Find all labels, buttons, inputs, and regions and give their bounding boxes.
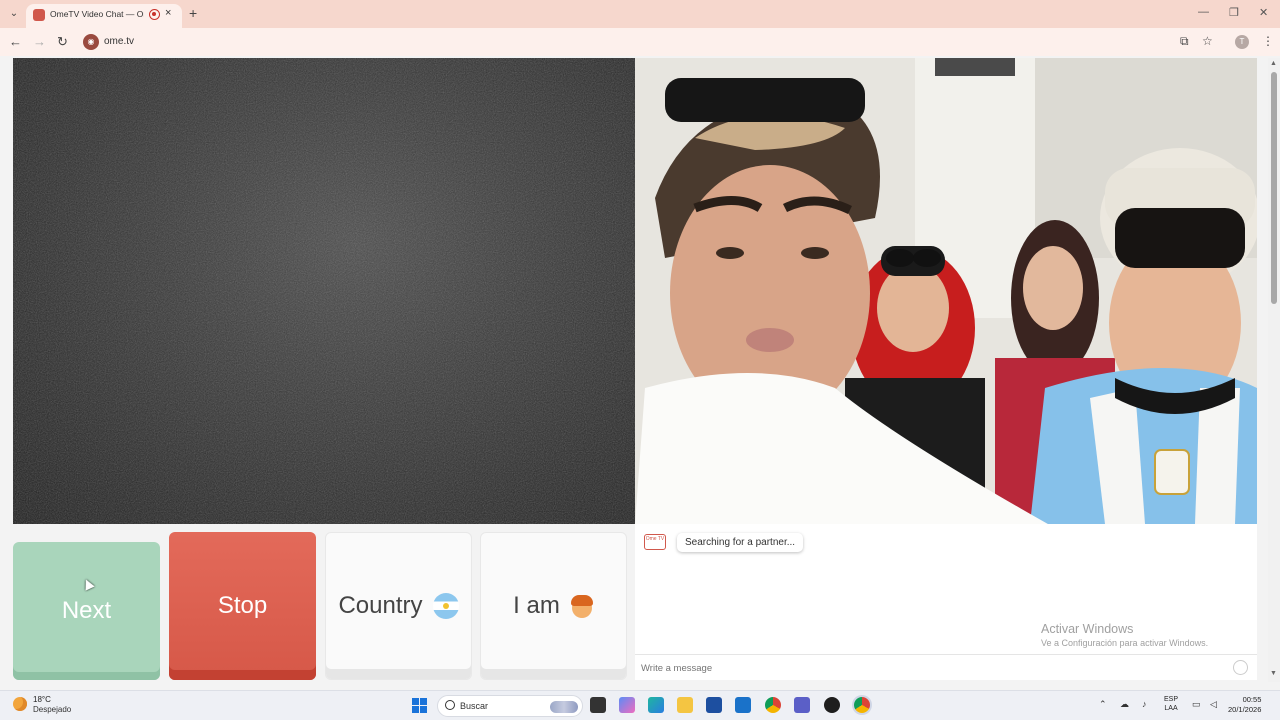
chat-input-bar	[635, 654, 1257, 680]
minimize-button[interactable]: —	[1198, 6, 1209, 18]
self-camera-video	[635, 58, 1257, 524]
app-icon[interactable]	[824, 697, 840, 713]
stop-button[interactable]: Stop	[169, 532, 316, 680]
scroll-thumb[interactable]	[1271, 72, 1277, 304]
star-icon[interactable]: ☆	[1202, 34, 1213, 48]
profile-avatar[interactable]: T	[1235, 35, 1249, 49]
new-tab-button[interactable]: +	[189, 5, 197, 21]
task-view-icon[interactable]	[590, 697, 606, 713]
clock[interactable]: 00:55 20/1/2026	[1228, 695, 1261, 715]
ometv-logo: Ome TV	[644, 534, 666, 550]
status-message: Searching for a partner...	[677, 533, 804, 552]
stop-label: Stop	[217, 592, 268, 619]
browser-toolbar: ← → ↻ ◉ ome.tv ⧉ ☆ T ⋮	[0, 28, 1280, 56]
tab-close-button[interactable]: ×	[165, 7, 171, 19]
store-icon[interactable]	[706, 697, 722, 713]
next-label: Next	[61, 597, 112, 624]
edge-icon[interactable]	[648, 697, 664, 713]
tab-strip: ⌄ OmeTV Video Chat — Ome × + — ❐ ✕	[0, 0, 1280, 28]
file-explorer-icon[interactable]	[677, 697, 693, 713]
reload-button[interactable]: ↻	[57, 34, 68, 50]
weather-moon-icon[interactable]	[13, 697, 27, 711]
close-window-button[interactable]: ✕	[1259, 6, 1268, 19]
maximize-button[interactable]: ❐	[1229, 6, 1239, 19]
back-button[interactable]: ←	[9, 34, 22, 49]
watermark-subtitle: Ve a Configuración para activar Windows.	[1041, 638, 1209, 648]
weather-description[interactable]: Despejado	[33, 705, 71, 714]
omtv-favicon-icon	[33, 9, 45, 21]
static-noise	[13, 58, 635, 524]
argentina-flag-icon	[432, 593, 459, 619]
copilot-icon[interactable]	[619, 697, 635, 713]
emoji-icon[interactable]	[1233, 660, 1248, 675]
message-input[interactable]	[641, 660, 1201, 676]
tray-chevron-icon[interactable]: ⌃	[1099, 699, 1107, 710]
page-scrollbar[interactable]: ▲ ▼	[1268, 58, 1280, 682]
chrome-active-icon[interactable]	[854, 697, 870, 713]
search-icon	[445, 700, 455, 710]
country-label: Country	[338, 592, 423, 619]
forward-button[interactable]: →	[33, 34, 46, 49]
microphone-icon[interactable]: ♪	[1142, 699, 1147, 709]
iam-label: I am	[513, 592, 560, 619]
gender-button[interactable]: I am	[480, 532, 627, 680]
volume-icon[interactable]: ◁	[1210, 699, 1217, 710]
taskbar-search[interactable]: Buscar	[437, 695, 583, 717]
browser-tab[interactable]: OmeTV Video Chat — Ome ×	[26, 4, 182, 28]
camera-scene	[635, 58, 1257, 524]
language-indicator[interactable]: ESP LAA	[1164, 695, 1178, 713]
outlook-icon[interactable]	[735, 697, 751, 713]
country-button[interactable]: Country	[325, 532, 472, 680]
page-viewport: Next Stop Country I am Ome TV Searching …	[0, 56, 1280, 690]
tab-title: OmeTV Video Chat — Ome	[50, 9, 144, 19]
partner-video	[13, 58, 635, 524]
chrome-icon[interactable]	[765, 697, 781, 713]
start-icon[interactable]	[412, 698, 427, 713]
teams-icon[interactable]	[794, 697, 810, 713]
scroll-up-icon[interactable]: ▲	[1270, 60, 1277, 67]
clock-time: 00:55	[1242, 695, 1262, 704]
windows-activation-watermark: Activar Windows Ve a Configuración para …	[1041, 622, 1208, 648]
address-bar[interactable]: ome.tv	[104, 36, 134, 47]
next-button[interactable]: Next	[13, 542, 160, 680]
boy-emoji-icon	[570, 594, 594, 618]
tab-search-icon[interactable]: ⌄	[6, 6, 22, 22]
clock-date: 20/1/2026	[1228, 705, 1262, 714]
watermark-title: Activar Windows	[1041, 622, 1134, 636]
control-buttons: Next Stop Country I am	[13, 532, 627, 680]
menu-icon[interactable]: ⋮	[1262, 34, 1274, 48]
weather-temperature[interactable]: 18°C	[33, 695, 51, 704]
search-placeholder: Buscar	[460, 701, 489, 711]
chat-panel: Ome TV Searching for a partner... Activa…	[635, 524, 1257, 680]
scroll-down-icon[interactable]: ▼	[1270, 670, 1277, 677]
site-info-icon[interactable]: ◉	[83, 34, 99, 50]
search-highlight-icon	[550, 701, 578, 713]
lang-top: ESP	[1164, 696, 1179, 703]
windows-taskbar: 18°C Despejado Buscar ⌃ ☁ ♪ ESP LAA ▭ ◁ …	[0, 690, 1280, 720]
lang-bottom: LAA	[1164, 705, 1178, 712]
cloud-icon[interactable]: ☁	[1120, 699, 1129, 710]
install-icon[interactable]: ⧉	[1180, 34, 1189, 49]
display-icon[interactable]: ▭	[1192, 699, 1201, 710]
recording-icon	[149, 9, 160, 20]
